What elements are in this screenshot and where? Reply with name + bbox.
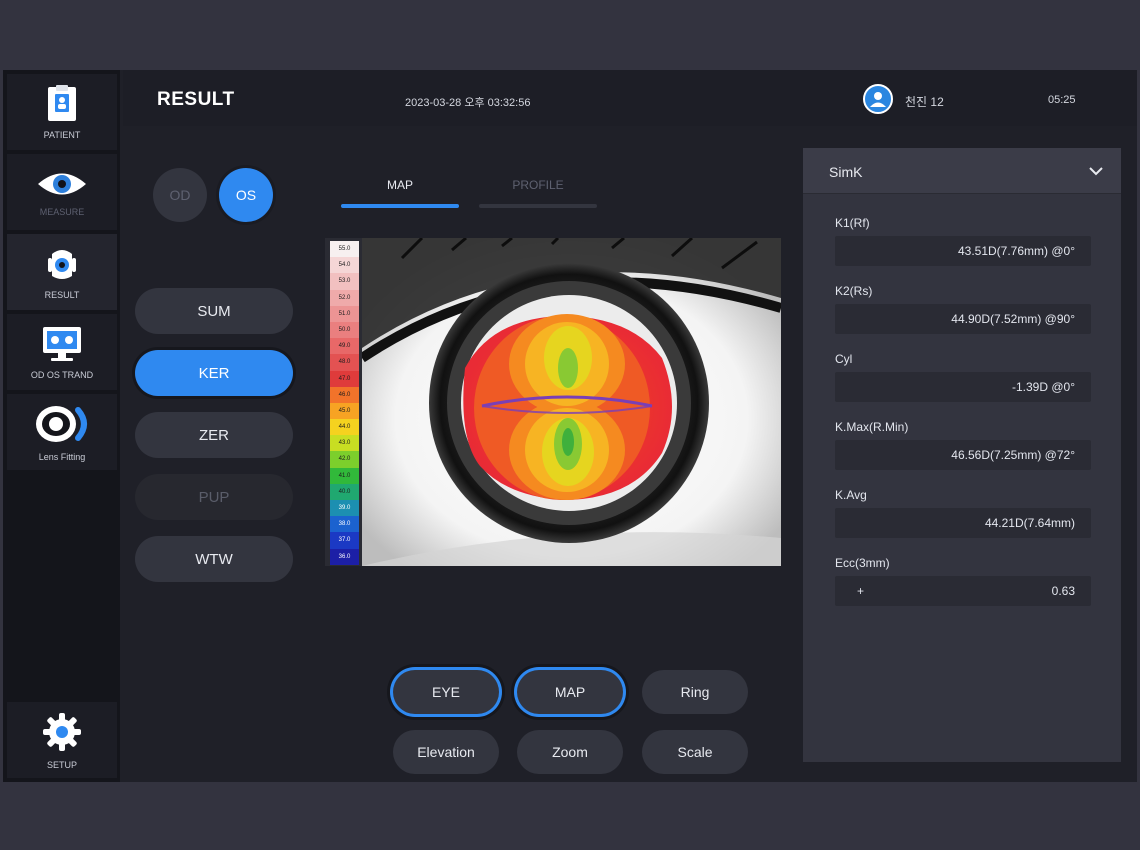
app-window: PATIENT MEASURE RESULT OD OS TRAND Lens … [3, 70, 1137, 782]
user-name: 천진 12 [905, 95, 944, 109]
result-icon [40, 244, 84, 284]
eye-view-button[interactable]: EYE [393, 670, 499, 714]
color-scale-cell: 40.0 [330, 483, 359, 500]
os-eye-toggle[interactable]: OS [219, 168, 273, 222]
k1-value-box: 43.51D(7.76mm) @0° [835, 236, 1091, 266]
color-scale-cell: 45.0 [330, 402, 359, 420]
sidebar-item-label: SETUP [46, 760, 77, 770]
zoom-button[interactable]: Zoom [517, 730, 623, 774]
color-scale-cell: 54.0 [330, 257, 359, 274]
zer-button[interactable]: ZER [135, 412, 293, 458]
ring-view-button[interactable]: Ring [642, 670, 748, 714]
tab-map[interactable]: MAP [341, 178, 459, 208]
tab-underline [341, 204, 459, 208]
cyl-value-box: -1.39D @0° [835, 372, 1091, 402]
tab-map-label: MAP [386, 178, 413, 192]
sidebar-item-measure[interactable]: MEASURE [7, 154, 117, 230]
elevation-view-button[interactable]: Elevation [393, 730, 499, 774]
ecc-label: Ecc(3mm) [835, 556, 890, 570]
curvature-map [463, 314, 672, 500]
ecc-value-box: + 0.63 [835, 576, 1091, 606]
scale-button[interactable]: Scale [642, 730, 748, 774]
sidebar-item-label: MEASURE [39, 207, 85, 217]
eye-icon [35, 167, 89, 201]
sidebar: PATIENT MEASURE RESULT OD OS TRAND Lens … [3, 70, 120, 782]
color-scale-cell: 43.0 [330, 435, 359, 452]
color-scale-cell: 49.0 [330, 338, 359, 355]
color-scale-cell: 51.0 [330, 305, 359, 322]
color-scale-cell: 42.0 [330, 451, 359, 468]
sidebar-item-label: RESULT [44, 290, 80, 300]
cyl-label: Cyl [835, 352, 853, 366]
control-column: OD OS SUM KER ZER PUP WTW [123, 148, 303, 768]
color-scale-cell: 36.0 [330, 548, 359, 565]
chevron-down-icon [1089, 167, 1103, 176]
color-scale-legend: 55.0 54.0 53.0 52.0 51.0 50.0 49.0 48.0 47.0 46.0… [325, 238, 362, 566]
ecc-sign: + [857, 584, 865, 598]
tab-profile-label: PROFILE [512, 178, 564, 192]
color-scale-cell: 52.0 [330, 289, 359, 306]
tab-profile[interactable]: PROFILE [479, 178, 597, 208]
wtw-button[interactable]: WTW [135, 536, 293, 582]
sidebar-item-od-os-trend[interactable]: OD OS TRAND [7, 314, 117, 390]
sum-button[interactable]: SUM [135, 288, 293, 334]
sidebar-item-label: PATIENT [43, 130, 81, 140]
k2-value-box: 44.90D(7.52mm) @90° [835, 304, 1091, 334]
color-scale-cell: 46.0 [330, 386, 359, 403]
ker-button[interactable]: KER [135, 350, 293, 396]
od-eye-toggle[interactable]: OD [153, 168, 207, 222]
color-scale-cell: 48.0 [330, 354, 359, 371]
user-icon [870, 92, 886, 107]
clock: 05:25 [1048, 94, 1076, 106]
user-avatar[interactable] [863, 84, 893, 114]
patient-icon [40, 84, 84, 124]
page-title: RESULT [157, 89, 235, 110]
topography-map[interactable]: 55.0 54.0 53.0 52.0 51.0 50.0 49.0 48.0 47.0 46.0… [325, 238, 781, 566]
eye-topography-image [362, 238, 781, 566]
color-scale-cell: 37.0 [330, 532, 359, 549]
tab-underline [479, 204, 597, 208]
pup-button[interactable]: PUP [135, 474, 293, 520]
kmax-label: K.Max(R.Min) [835, 420, 909, 434]
map-area: MAP PROFILE 55.0 54.0 53.0 52.0 51.0 50.0 49.0… [311, 148, 798, 774]
color-scale-cell: 53.0 [330, 273, 359, 290]
header-bar: RESULT 2023-03-28 오후 03:32:56 천진 12 05:2… [123, 70, 1137, 126]
map-view-button[interactable]: MAP [517, 670, 623, 714]
ecc-value: 0.63 [1051, 584, 1075, 598]
sidebar-item-lens-fitting[interactable]: Lens Fitting [7, 394, 117, 470]
gear-icon [40, 710, 84, 754]
monitor-trend-icon [39, 324, 85, 364]
metric-select-dropdown[interactable]: SimK [803, 148, 1121, 194]
metric-select-value: SimK [829, 164, 863, 180]
k2-value: 44.90D(7.52mm) @90° [951, 312, 1075, 326]
cyl-value: -1.39D @0° [1011, 380, 1075, 394]
color-scale-cell: 41.0 [330, 467, 359, 484]
k1-label: K1(Rf) [835, 216, 870, 230]
color-scale-cell: 44.0 [330, 419, 359, 436]
sidebar-item-label: OD OS TRAND [30, 370, 94, 380]
sidebar-item-result[interactable]: RESULT [7, 234, 117, 310]
lens-fitting-icon [30, 402, 94, 446]
color-scale-cell: 39.0 [330, 500, 359, 517]
color-scale-cell: 55.0 [330, 241, 359, 258]
kavg-value-box: 44.21D(7.64mm) [835, 508, 1091, 538]
color-scale-cell: 47.0 [330, 370, 359, 387]
k1-value: 43.51D(7.76mm) @0° [957, 244, 1075, 258]
measurement-datetime: 2023-03-28 오후 03:32:56 [405, 97, 531, 109]
kmax-value: 46.56D(7.25mm) @72° [951, 448, 1075, 462]
k2-label: K2(Rs) [835, 284, 873, 298]
sidebar-item-setup[interactable]: SETUP [7, 702, 117, 778]
kavg-value: 44.21D(7.64mm) [984, 516, 1075, 530]
keratometry-panel: SimK K1(Rf) 43.51D(7.76mm) @0° K2(Rs) 44… [803, 148, 1121, 762]
color-scale-cell: 50.0 [330, 321, 359, 339]
sidebar-item-patient[interactable]: PATIENT [7, 74, 117, 150]
color-scale-cell: 38.0 [330, 516, 359, 533]
kavg-label: K.Avg [835, 488, 867, 502]
sidebar-item-label: Lens Fitting [38, 452, 86, 462]
kmax-value-box: 46.56D(7.25mm) @72° [835, 440, 1091, 470]
